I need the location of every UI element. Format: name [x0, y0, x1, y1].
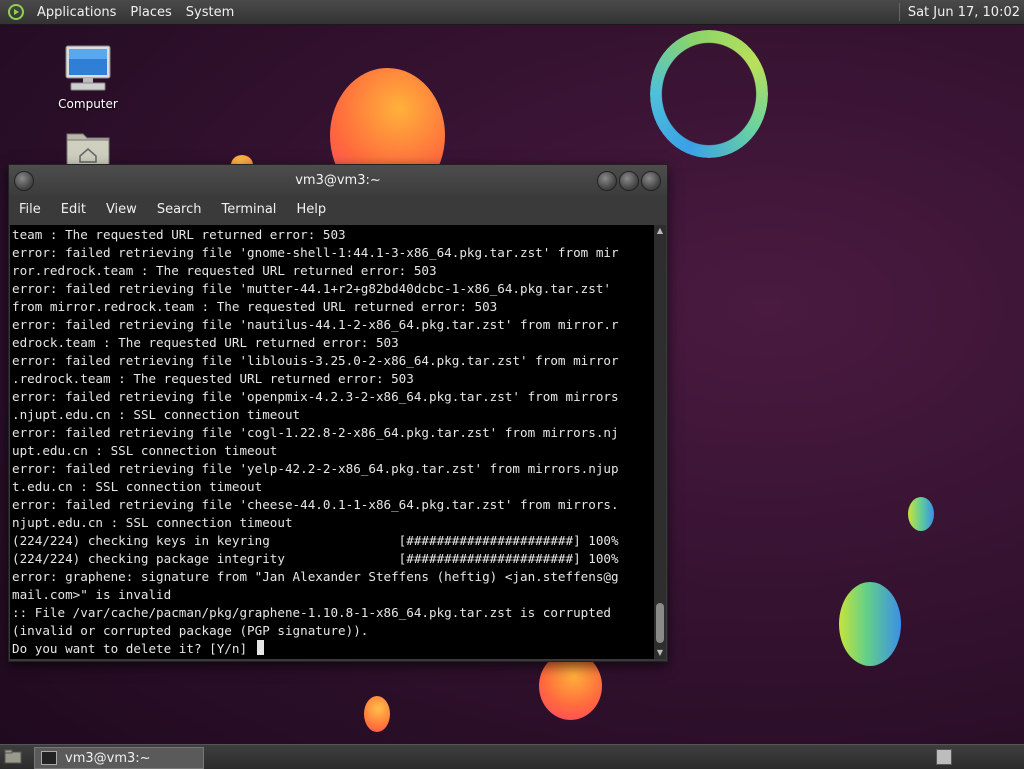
- terminal-line: error: failed retrieving file 'cheese-44…: [12, 497, 619, 512]
- terminal-line: ror.redrock.team : The requested URL ret…: [12, 263, 437, 278]
- terminal-window[interactable]: vm3@vm3:~ File Edit View Search Terminal…: [8, 164, 668, 662]
- window-title: vm3@vm3:~: [295, 172, 381, 188]
- scrollbar-thumb[interactable]: [656, 603, 664, 643]
- taskbar-button-label: vm3@vm3:~: [65, 750, 151, 766]
- terminal-line: edrock.team : The requested URL returned…: [12, 335, 399, 350]
- terminal-titlebar[interactable]: vm3@vm3:~: [9, 165, 667, 195]
- menu-system[interactable]: System: [179, 5, 241, 20]
- workspace-switcher[interactable]: [936, 749, 952, 765]
- scroll-down-icon[interactable]: ▼: [654, 647, 666, 659]
- terminal-line: error: failed retrieving file 'yelp-42.2…: [12, 461, 619, 476]
- scroll-up-icon[interactable]: ▲: [654, 225, 666, 237]
- terminal-line: upt.edu.cn : SSL connection timeout: [12, 443, 278, 458]
- menu-search[interactable]: Search: [147, 202, 212, 217]
- desktop-icon-label: Computer: [58, 97, 118, 111]
- terminal-line: error: failed retrieving file 'mutter-44…: [12, 281, 611, 296]
- home-folder-icon: [66, 133, 110, 167]
- decor-green-blue-orb-small: [908, 497, 934, 531]
- menu-file[interactable]: File: [9, 202, 51, 217]
- window-menu-icon[interactable]: [14, 171, 34, 191]
- terminal-line: Do you want to delete it? [Y/n]: [12, 640, 652, 658]
- decor-orange-orb-bottom: [539, 652, 602, 720]
- decor-ring: [650, 30, 768, 158]
- computer-icon: [65, 45, 111, 91]
- terminal-output[interactable]: team : The requested URL returned error:…: [12, 226, 652, 658]
- clock[interactable]: Sat Jun 17, 10:02: [908, 5, 1024, 20]
- desktop-icon-computer[interactable]: Computer: [48, 44, 128, 111]
- menu-view[interactable]: View: [96, 202, 147, 217]
- terminal-line: njupt.edu.cn : SSL connection timeout: [12, 515, 293, 530]
- bottom-panel: vm3@vm3:~: [0, 744, 1024, 769]
- maximize-button[interactable]: [619, 171, 639, 191]
- terminal-line: error: failed retrieving file 'gnome-she…: [12, 245, 619, 260]
- panel-separator: [898, 3, 900, 21]
- terminal-line: .njupt.edu.cn : SSL connection timeout: [12, 407, 301, 422]
- terminal-line: error: failed retrieving file 'openpmix-…: [12, 389, 619, 404]
- terminal-line: error: graphene: signature from "Jan Ale…: [12, 569, 619, 584]
- terminal-menubar: File Edit View Search Terminal Help: [9, 195, 667, 223]
- decor-green-blue-orb-large: [839, 582, 901, 666]
- terminal-line: mail.com>" is invalid: [12, 587, 172, 602]
- terminal-line: (224/224) checking keys in keyring [####…: [12, 533, 619, 548]
- terminal-icon: [41, 751, 57, 765]
- terminal-line: from mirror.redrock.team : The requested…: [12, 299, 498, 314]
- terminal-line: error: failed retrieving file 'nautilus-…: [12, 317, 619, 332]
- terminal-line: :: File /var/cache/pacman/pkg/graphene-1…: [12, 605, 611, 620]
- menu-applications[interactable]: Applications: [30, 5, 123, 20]
- taskbar-button-terminal[interactable]: vm3@vm3:~: [34, 747, 204, 769]
- terminal-line: error: failed retrieving file 'liblouis-…: [12, 353, 619, 368]
- terminal-line: team : The requested URL returned error:…: [12, 227, 346, 242]
- terminal-line: .redrock.team : The requested URL return…: [12, 371, 414, 386]
- show-desktop-icon[interactable]: [4, 749, 22, 765]
- decor-orange-orb-tiny: [364, 696, 390, 732]
- menu-edit[interactable]: Edit: [51, 202, 96, 217]
- terminal-line: (invalid or corrupted package (PGP signa…: [12, 623, 369, 638]
- distro-logo-icon[interactable]: [8, 4, 24, 20]
- terminal-output-area[interactable]: team : The requested URL returned error:…: [10, 225, 654, 659]
- terminal-line: (224/224) checking package integrity [##…: [12, 551, 619, 566]
- close-button[interactable]: [641, 171, 661, 191]
- menu-help[interactable]: Help: [286, 202, 336, 217]
- terminal-cursor: [256, 640, 264, 655]
- terminal-line: t.edu.cn : SSL connection timeout: [12, 479, 263, 494]
- terminal-scrollbar[interactable]: ▲ ▼: [654, 225, 666, 659]
- menu-places[interactable]: Places: [123, 5, 178, 20]
- menu-terminal[interactable]: Terminal: [211, 202, 286, 217]
- minimize-button[interactable]: [597, 171, 617, 191]
- top-panel: Applications Places System Sat Jun 17, 1…: [0, 0, 1024, 25]
- terminal-line: error: failed retrieving file 'cogl-1.22…: [12, 425, 619, 440]
